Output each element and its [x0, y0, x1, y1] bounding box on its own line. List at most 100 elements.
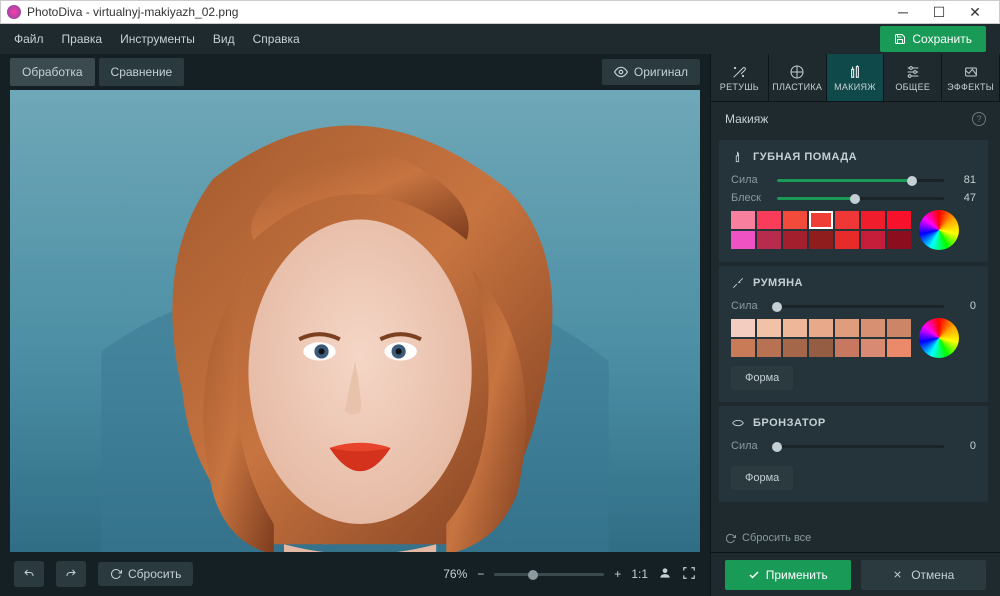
save-button[interactable]: Сохранить: [880, 26, 986, 52]
bronzer-strength-slider[interactable]: [777, 445, 944, 448]
color-swatch[interactable]: [757, 211, 781, 229]
tab-makeup[interactable]: МАКИЯЖ: [827, 54, 885, 101]
color-swatch[interactable]: [757, 339, 781, 357]
menu-file[interactable]: Файл: [14, 32, 44, 46]
lipstick-gloss-slider[interactable]: [777, 197, 944, 200]
canvas-bottom-bar: Сбросить 76% − + 1:1: [0, 552, 710, 596]
window-title: PhotoDiva - virtualnyj-makiyazh_02.png: [27, 5, 885, 19]
menu-tools[interactable]: Инструменты: [120, 32, 195, 46]
lipstick-gloss-value: 47: [952, 192, 976, 204]
x-icon: [892, 569, 903, 580]
reset-all-button[interactable]: Сбросить все: [711, 524, 1000, 552]
image-canvas[interactable]: [10, 90, 700, 552]
zoom-minus[interactable]: −: [477, 567, 484, 581]
section-blush-head[interactable]: РУМЯНА: [731, 276, 976, 290]
color-swatch[interactable]: [835, 319, 859, 337]
lipstick-strength-value: 81: [952, 174, 976, 186]
blush-strength-value: 0: [952, 300, 976, 312]
color-swatch[interactable]: [783, 319, 807, 337]
blush-swatches: [731, 318, 976, 358]
maximize-button[interactable]: ☐: [921, 1, 957, 23]
blush-color-wheel[interactable]: [919, 318, 959, 358]
lipstick-gloss-row: Блеск 47: [731, 192, 976, 204]
section-bronzer-head[interactable]: БРОНЗАТОР: [731, 416, 976, 430]
zoom-ratio[interactable]: 1:1: [631, 567, 648, 581]
bronzer-form-button[interactable]: Форма: [731, 466, 793, 490]
color-swatch[interactable]: [887, 319, 911, 337]
zoom-plus[interactable]: +: [614, 567, 621, 581]
tab-compare[interactable]: Сравнение: [99, 58, 185, 86]
color-swatch[interactable]: [861, 211, 885, 229]
color-swatch[interactable]: [757, 319, 781, 337]
eye-icon: [614, 65, 628, 79]
color-swatch[interactable]: [809, 231, 833, 249]
fit-screen-icon[interactable]: [658, 566, 672, 583]
color-swatch[interactable]: [731, 319, 755, 337]
menu-view[interactable]: Вид: [213, 32, 235, 46]
check-icon: [748, 569, 760, 581]
color-swatch[interactable]: [757, 231, 781, 249]
color-swatch[interactable]: [887, 231, 911, 249]
tab-process[interactable]: Обработка: [10, 58, 95, 86]
original-label: Оригинал: [634, 65, 688, 79]
app-logo-icon: [7, 5, 21, 19]
reset-button[interactable]: Сбросить: [98, 562, 193, 586]
fullscreen-icon[interactable]: [682, 566, 696, 583]
lipstick-strength-slider[interactable]: [777, 179, 944, 182]
lipstick-swatches: [731, 210, 976, 250]
section-bronzer: БРОНЗАТОР Сила 0 Форма: [719, 406, 988, 502]
zoom-slider[interactable]: [494, 573, 604, 576]
bronzer-strength-row: Сила 0: [731, 440, 976, 452]
cancel-button[interactable]: Отмена: [861, 560, 987, 590]
apply-button[interactable]: Применить: [725, 560, 851, 590]
tab-plastic[interactable]: ПЛАСТИКА: [769, 54, 827, 101]
blush-form-button[interactable]: Форма: [731, 366, 793, 390]
portrait-placeholder: [10, 90, 700, 552]
main-area: Обработка Сравнение Оригинал: [0, 54, 1000, 596]
makeup-scroll-panel[interactable]: ГУБНАЯ ПОМАДА Сила 81 Блеск 47: [711, 136, 1000, 524]
section-lipstick-head[interactable]: ГУБНАЯ ПОМАДА: [731, 150, 976, 164]
reset-label: Сбросить: [128, 567, 181, 581]
window-titlebar: PhotoDiva - virtualnyj-makiyazh_02.png ─…: [0, 0, 1000, 24]
help-icon[interactable]: ?: [972, 112, 986, 126]
color-swatch[interactable]: [835, 211, 859, 229]
close-button[interactable]: ✕: [957, 1, 993, 23]
color-swatch[interactable]: [783, 231, 807, 249]
color-swatch[interactable]: [887, 339, 911, 357]
color-swatch[interactable]: [731, 339, 755, 357]
menu-edit[interactable]: Правка: [62, 32, 103, 46]
color-swatch[interactable]: [861, 319, 885, 337]
bronzer-icon: [731, 416, 745, 430]
redo-button[interactable]: [56, 561, 86, 587]
original-toggle[interactable]: Оригинал: [602, 59, 700, 85]
color-swatch[interactable]: [731, 231, 755, 249]
panel-title: Макияж: [725, 112, 768, 126]
canvas-area: Обработка Сравнение Оригинал: [0, 54, 710, 596]
minimize-button[interactable]: ─: [885, 1, 921, 23]
color-swatch[interactable]: [861, 231, 885, 249]
tab-retouch[interactable]: РЕТУШЬ: [711, 54, 769, 101]
color-swatch[interactable]: [783, 339, 807, 357]
menubar: Файл Правка Инструменты Вид Справка Сохр…: [0, 24, 1000, 54]
lipstick-color-wheel[interactable]: [919, 210, 959, 250]
color-swatch[interactable]: [809, 319, 833, 337]
color-swatch[interactable]: [835, 231, 859, 249]
color-swatch[interactable]: [835, 339, 859, 357]
tab-effects[interactable]: ЭФФЕКТЫ: [942, 54, 1000, 101]
blush-strength-slider[interactable]: [777, 305, 944, 308]
color-swatch[interactable]: [783, 211, 807, 229]
menu-help[interactable]: Справка: [253, 32, 300, 46]
undo-button[interactable]: [14, 561, 44, 587]
save-label: Сохранить: [912, 32, 972, 46]
bronzer-strength-value: 0: [952, 440, 976, 452]
zoom-controls: 76% − + 1:1: [443, 566, 696, 583]
tab-general[interactable]: ОБЩЕЕ: [884, 54, 942, 101]
color-swatch[interactable]: [731, 211, 755, 229]
color-swatch[interactable]: [809, 339, 833, 357]
color-swatch[interactable]: [809, 211, 833, 229]
lipstick-icon: [731, 150, 745, 164]
lipstick-strength-row: Сила 81: [731, 174, 976, 186]
section-blush: РУМЯНА Сила 0 Форма: [719, 266, 988, 402]
color-swatch[interactable]: [861, 339, 885, 357]
color-swatch[interactable]: [887, 211, 911, 229]
